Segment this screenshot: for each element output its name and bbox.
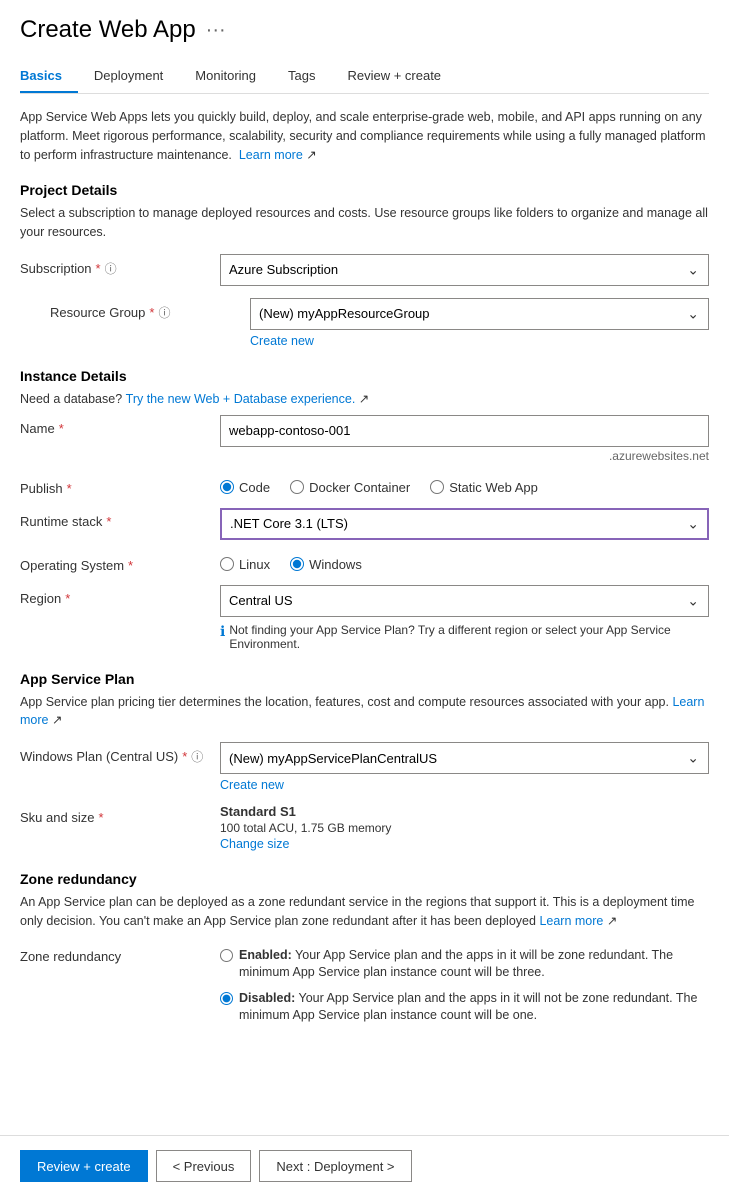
publish-docker-option[interactable]: Docker Container [290, 480, 410, 495]
tab-review-create[interactable]: Review + create [331, 60, 457, 93]
project-details-desc: Select a subscription to manage deployed… [20, 204, 709, 242]
subscription-row: Subscription * ⓘ Azure Subscription [20, 254, 709, 286]
previous-button[interactable]: < Previous [156, 1150, 252, 1182]
tab-deployment[interactable]: Deployment [78, 60, 179, 93]
publish-row: Publish * Code Docker Container Static W… [20, 475, 709, 496]
db-experience-link[interactable]: Try the new Web + Database experience. [126, 392, 356, 406]
review-create-button[interactable]: Review + create [20, 1150, 148, 1182]
os-linux-option[interactable]: Linux [220, 557, 270, 572]
resource-group-row: Resource Group * ⓘ (New) myAppResourceGr… [50, 298, 709, 348]
zone-redundancy-title: Zone redundancy [20, 871, 709, 887]
zone-redundancy-desc: An App Service plan can be deployed as a… [20, 893, 709, 931]
sku-name: Standard S1 [220, 804, 709, 819]
page-description: App Service Web Apps lets you quickly bu… [20, 108, 709, 164]
zone-redundancy-row: Zone redundancy Enabled: Your App Servic… [20, 943, 709, 1025]
runtime-row: Runtime stack * .NET Core 3.1 (LTS) [20, 508, 709, 540]
instance-details-title: Instance Details [20, 368, 709, 384]
name-label: Name * [20, 415, 220, 436]
region-label: Region * [20, 585, 220, 606]
app-service-plan-desc: App Service plan pricing tier determines… [20, 693, 709, 731]
subscription-select[interactable]: Azure Subscription [220, 254, 709, 286]
windows-plan-row: Windows Plan (Central US) * ⓘ (New) myAp… [20, 742, 709, 792]
subscription-label: Subscription * ⓘ [20, 254, 220, 277]
zone-disabled-option[interactable]: Disabled: Your App Service plan and the … [220, 990, 709, 1025]
runtime-label: Runtime stack * [20, 508, 220, 529]
tab-bar: Basics Deployment Monitoring Tags Review… [20, 60, 709, 94]
resource-group-info-icon[interactable]: ⓘ [158, 304, 170, 321]
publish-code-option[interactable]: Code [220, 480, 270, 495]
publish-static-option[interactable]: Static Web App [430, 480, 538, 495]
resource-group-select-wrapper[interactable]: (New) myAppResourceGroup [250, 298, 709, 330]
learn-more-link[interactable]: Learn more [239, 148, 303, 162]
name-row: Name * .azurewebsites.net [20, 415, 709, 463]
resource-group-label: Resource Group * ⓘ [50, 298, 250, 321]
title-more-icon[interactable]: ··· [206, 19, 226, 42]
next-button[interactable]: Next : Deployment > [259, 1150, 411, 1182]
windows-plan-select-wrapper[interactable]: (New) myAppServicePlanCentralUS [220, 742, 709, 774]
windows-plan-info-icon[interactable]: ⓘ [191, 748, 203, 765]
resource-group-select[interactable]: (New) myAppResourceGroup [250, 298, 709, 330]
tab-monitoring[interactable]: Monitoring [179, 60, 272, 93]
publish-radio-group: Code Docker Container Static Web App [220, 475, 709, 495]
name-input[interactable] [220, 415, 709, 447]
resource-group-create-new-link[interactable]: Create new [250, 334, 314, 348]
zone-redundancy-label: Zone redundancy [20, 943, 220, 964]
region-select[interactable]: Central US [220, 585, 709, 617]
tab-basics[interactable]: Basics [20, 60, 78, 93]
instance-details-db-note: Need a database? Try the new Web + Datab… [20, 390, 709, 409]
project-details-title: Project Details [20, 182, 709, 198]
subscription-select-wrapper[interactable]: Azure Subscription [220, 254, 709, 286]
region-row: Region * Central US ℹ Not finding your A… [20, 585, 709, 651]
sku-row: Sku and size * Standard S1 100 total ACU… [20, 804, 709, 851]
os-radio-group: Linux Windows [220, 552, 709, 572]
page-title-row: Create Web App ··· [20, 16, 709, 44]
sku-label: Sku and size * [20, 804, 220, 825]
zone-enabled-option[interactable]: Enabled: Your App Service plan and the a… [220, 947, 709, 982]
os-windows-option[interactable]: Windows [290, 557, 362, 572]
azurewebsites-suffix: .azurewebsites.net [220, 449, 709, 463]
zone-learn-more-link[interactable]: Learn more [539, 914, 603, 928]
sku-detail: 100 total ACU, 1.75 GB memory [220, 821, 709, 835]
runtime-select[interactable]: .NET Core 3.1 (LTS) [220, 508, 709, 540]
change-size-link[interactable]: Change size [220, 837, 290, 851]
publish-label: Publish * [20, 475, 220, 496]
windows-plan-create-new-link[interactable]: Create new [220, 778, 284, 792]
info-icon: ℹ [220, 623, 225, 640]
region-select-wrapper[interactable]: Central US [220, 585, 709, 617]
windows-plan-select[interactable]: (New) myAppServicePlanCentralUS [220, 742, 709, 774]
windows-plan-label: Windows Plan (Central US) * ⓘ [20, 742, 220, 765]
zone-redundancy-radio-group: Enabled: Your App Service plan and the a… [220, 943, 709, 1025]
tab-tags[interactable]: Tags [272, 60, 331, 93]
os-row: Operating System * Linux Windows [20, 552, 709, 573]
runtime-select-wrapper[interactable]: .NET Core 3.1 (LTS) [220, 508, 709, 540]
page-title: Create Web App [20, 16, 196, 44]
bottom-bar: Review + create < Previous Next : Deploy… [0, 1135, 729, 1196]
region-info-message: ℹ Not finding your App Service Plan? Try… [220, 623, 709, 651]
os-label: Operating System * [20, 552, 220, 573]
app-service-plan-title: App Service Plan [20, 671, 709, 687]
subscription-info-icon[interactable]: ⓘ [105, 260, 117, 277]
